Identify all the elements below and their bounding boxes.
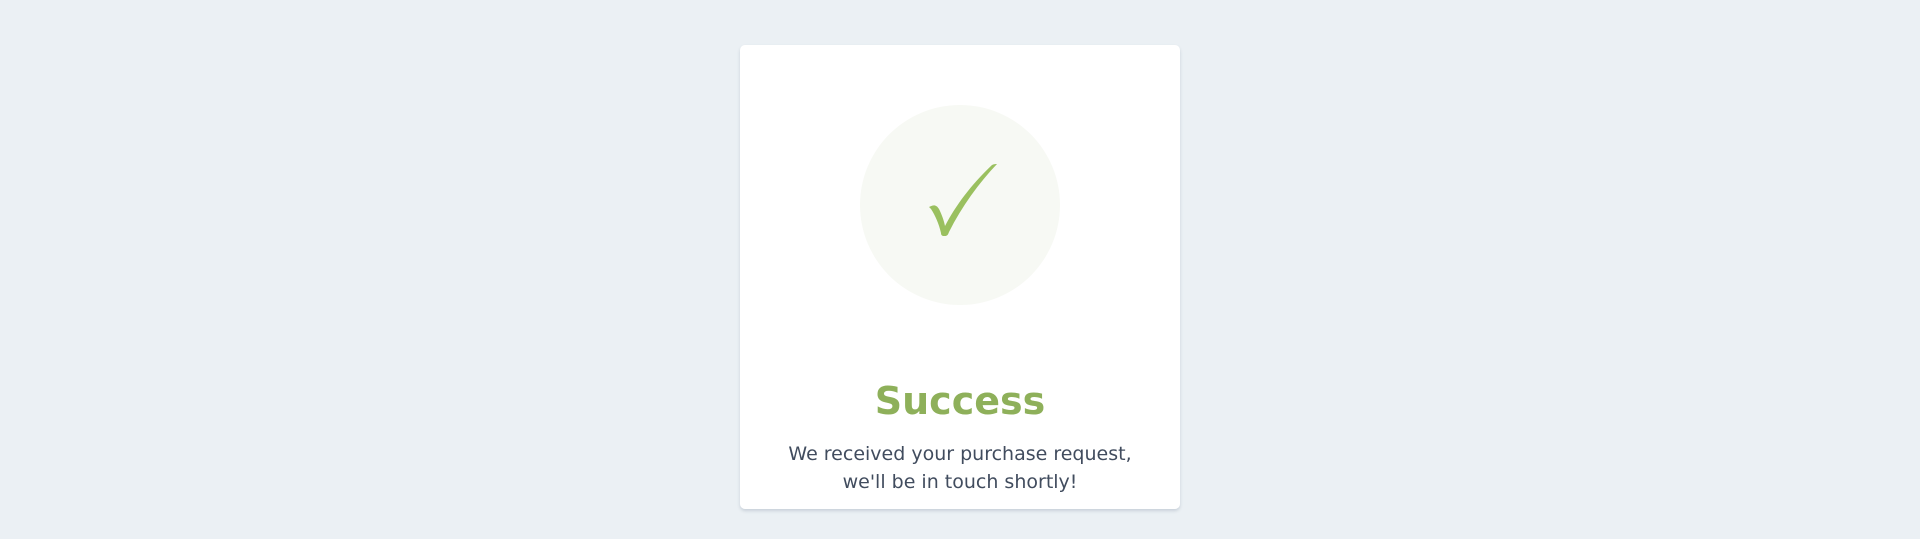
success-card: Success We received your purchase reques… [740, 45, 1180, 509]
success-title: Success [874, 379, 1046, 423]
success-message-line-2: we'll be in touch shortly! [842, 471, 1078, 493]
checkmark-icon-circle [860, 105, 1060, 305]
checkmark-icon [929, 164, 997, 236]
success-message: We received your purchase request, we'll… [780, 440, 1140, 496]
success-message-line-1: We received your purchase request, [788, 443, 1132, 465]
